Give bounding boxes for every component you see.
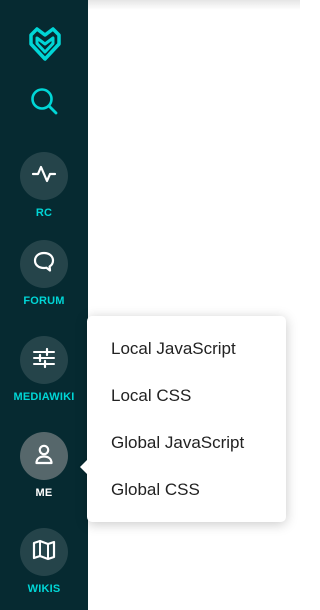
page: RC FORUM MEDIAWIKI ME WIKIS Local JavaSc… <box>0 0 300 610</box>
speech-bubble-icon <box>31 249 57 280</box>
nav-item-mediawiki[interactable]: MEDIAWIKI <box>0 336 88 414</box>
nav-circle-mediawiki <box>20 336 68 384</box>
user-icon <box>31 441 57 472</box>
menu-item-global-css[interactable]: Global CSS <box>87 466 286 513</box>
fandom-logo-icon[interactable] <box>25 24 65 64</box>
menu-item-global-javascript[interactable]: Global JavaScript <box>87 419 286 466</box>
me-dropdown-menu: Local JavaScript Local CSS Global JavaSc… <box>80 316 286 522</box>
activity-icon <box>31 161 57 192</box>
nav-label-me: ME <box>35 487 53 499</box>
nav-circle-wikis <box>20 528 68 576</box>
nav-label-mediawiki: MEDIAWIKI <box>13 391 75 403</box>
nav-item-forum[interactable]: FORUM <box>0 240 88 318</box>
menu-item-local-css[interactable]: Local CSS <box>87 372 286 419</box>
sliders-icon <box>31 345 57 376</box>
nav-circle-me <box>20 432 68 480</box>
nav-label-forum: FORUM <box>23 295 65 307</box>
nav-item-me[interactable]: ME <box>0 432 88 510</box>
sidebar: RC FORUM MEDIAWIKI ME WIKIS <box>0 0 88 610</box>
search-icon[interactable] <box>27 84 61 118</box>
nav-label-rc: RC <box>35 207 53 219</box>
nav-item-rc[interactable]: RC <box>0 152 88 230</box>
nav-circle-forum <box>20 240 68 288</box>
menu-item-local-javascript[interactable]: Local JavaScript <box>87 325 286 372</box>
map-icon <box>31 537 57 568</box>
nav-label-wikis: WIKIS <box>27 583 61 595</box>
nav-circle-rc <box>20 152 68 200</box>
top-shadow <box>88 0 300 10</box>
dropdown-list: Local JavaScript Local CSS Global JavaSc… <box>87 325 286 513</box>
nav-item-wikis[interactable]: WIKIS <box>0 528 88 606</box>
